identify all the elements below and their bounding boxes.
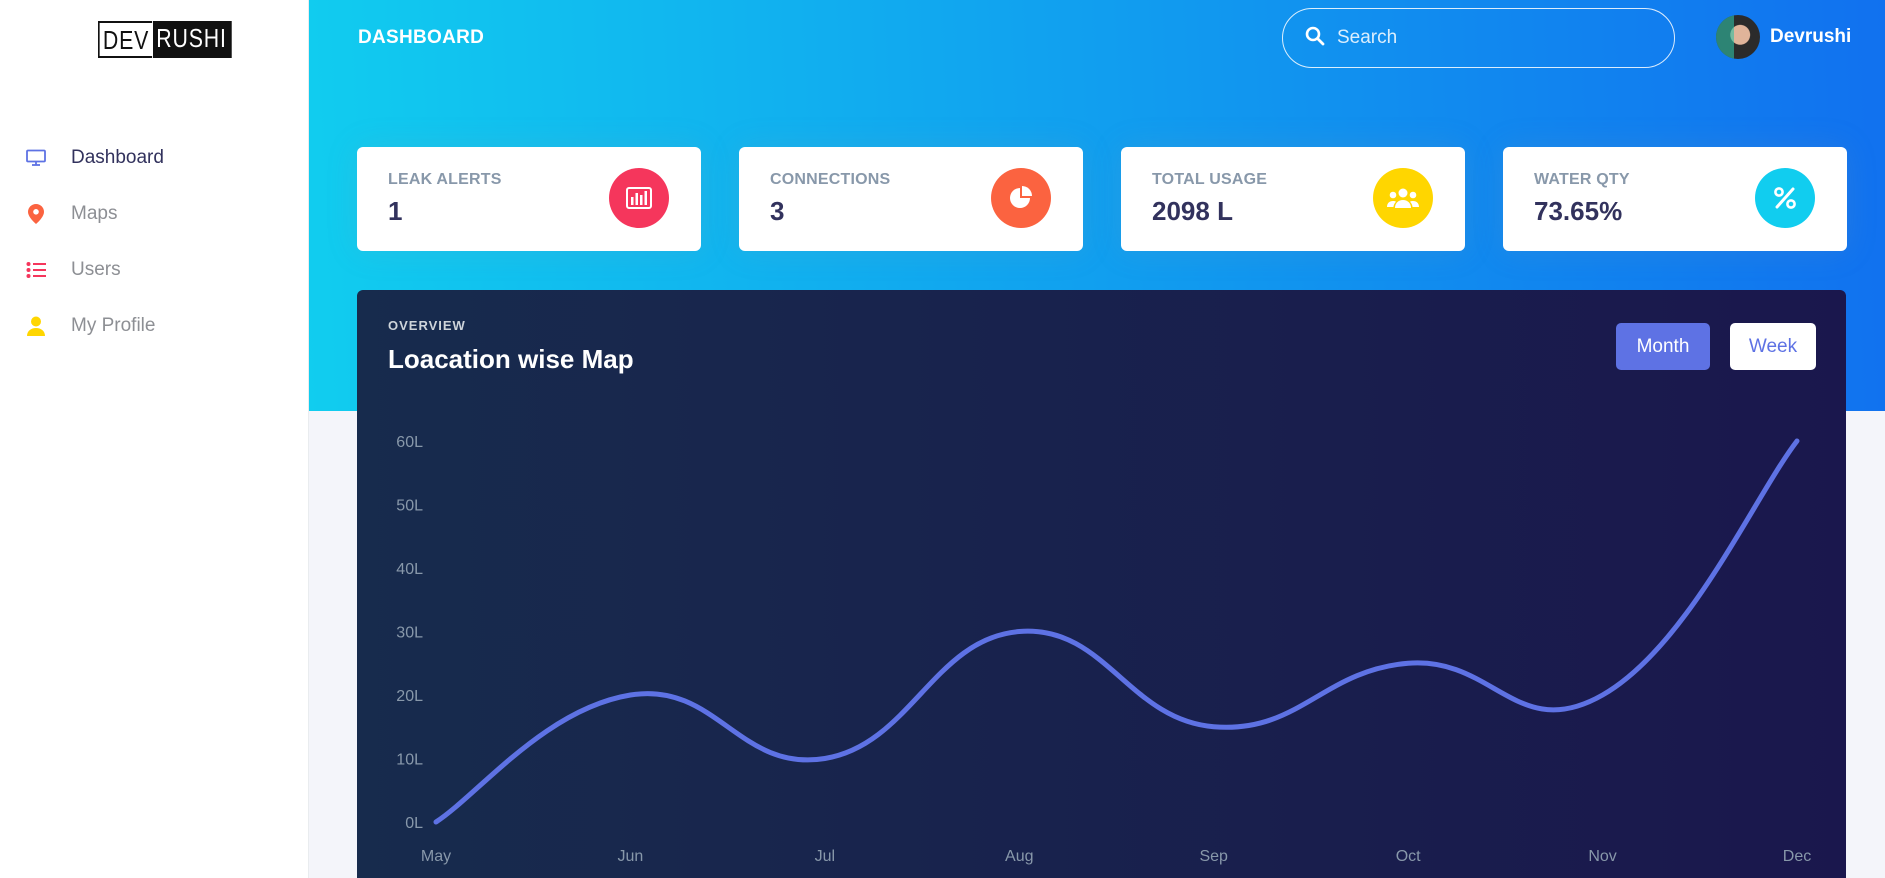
stat-title: CONNECTIONS bbox=[770, 171, 891, 188]
sidebar-item-dashboard[interactable]: Dashboard bbox=[0, 130, 309, 186]
sidebar-item-label: Users bbox=[71, 259, 121, 280]
y-tick-label: 10L bbox=[396, 752, 423, 769]
data-point[interactable] bbox=[1013, 626, 1025, 638]
data-point[interactable] bbox=[1597, 689, 1609, 701]
stat-card-connections: CONNECTIONS 3 bbox=[739, 147, 1083, 251]
data-point[interactable] bbox=[1791, 435, 1803, 447]
stat-value: 3 bbox=[770, 196, 785, 226]
sidebar-item-maps[interactable]: Maps bbox=[0, 186, 309, 242]
y-tick-label: 50L bbox=[396, 498, 423, 515]
page-title[interactable]: DASHBOARD bbox=[358, 27, 484, 49]
stat-card-water-qty: WATER QTY 73.65% bbox=[1503, 147, 1847, 251]
x-tick-label: May bbox=[421, 848, 451, 865]
data-point[interactable] bbox=[430, 816, 442, 828]
x-tick-label: Nov bbox=[1588, 848, 1616, 865]
y-tick-label: 30L bbox=[396, 625, 423, 642]
sidebar: DEV RUSHI Dashboard Maps Users My Profil… bbox=[0, 0, 309, 878]
data-point[interactable] bbox=[819, 753, 831, 765]
search-input[interactable] bbox=[1337, 27, 1637, 49]
x-tick-label: Oct bbox=[1396, 848, 1421, 865]
overview-chart-card: OVERVIEW Loacation wise Map Month Week 0… bbox=[357, 290, 1846, 878]
stat-value: 73.65% bbox=[1534, 196, 1623, 226]
user-icon bbox=[24, 314, 48, 338]
stat-value: 2098 L bbox=[1152, 196, 1233, 226]
y-tick-label: 40L bbox=[396, 561, 423, 578]
percent-icon bbox=[1755, 168, 1815, 228]
sidebar-item-my-profile[interactable]: My Profile bbox=[0, 298, 309, 354]
sidebar-item-label: My Profile bbox=[71, 315, 156, 336]
sidebar-item-label: Maps bbox=[71, 203, 118, 224]
search-box[interactable] bbox=[1282, 8, 1675, 68]
data-point[interactable] bbox=[1208, 721, 1220, 733]
logo-part-rushi: RUSHI bbox=[153, 21, 233, 58]
data-point[interactable] bbox=[624, 689, 636, 701]
stat-value: 1 bbox=[388, 196, 403, 226]
users-icon bbox=[1373, 168, 1433, 228]
series-line bbox=[433, 438, 1800, 825]
stat-card-leak-alerts: LEAK ALERTS 1 bbox=[357, 147, 701, 251]
y-tick-label: 60L bbox=[396, 434, 423, 451]
y-tick-label: 20L bbox=[396, 688, 423, 705]
pie-chart-icon bbox=[991, 168, 1051, 228]
map-pin-icon bbox=[24, 202, 48, 226]
search-icon bbox=[1305, 26, 1325, 51]
x-tick-label: Sep bbox=[1199, 848, 1228, 865]
list-icon bbox=[24, 258, 48, 282]
x-tick-label: Jun bbox=[618, 848, 644, 865]
x-tick-label: Aug bbox=[1005, 848, 1033, 865]
x-tick-label: Jul bbox=[815, 848, 835, 865]
monitor-icon bbox=[24, 146, 48, 170]
sidebar-item-users[interactable]: Users bbox=[0, 242, 309, 298]
sidebar-item-label: Dashboard bbox=[71, 147, 164, 168]
brand-logo[interactable]: DEV RUSHI bbox=[98, 21, 249, 58]
user-name: Devrushi bbox=[1770, 26, 1852, 47]
x-tick-label: Dec bbox=[1783, 848, 1811, 865]
stat-title: LEAK ALERTS bbox=[388, 171, 502, 188]
sidebar-nav: Dashboard Maps Users My Profile bbox=[0, 130, 309, 354]
avatar bbox=[1716, 15, 1760, 59]
logo-part-dev: DEV bbox=[98, 21, 153, 58]
y-tick-label: 0L bbox=[405, 815, 423, 832]
user-menu[interactable]: Devrushi bbox=[1716, 15, 1851, 59]
stat-title: TOTAL USAGE bbox=[1152, 171, 1268, 188]
bar-chart-icon bbox=[609, 168, 669, 228]
data-point[interactable] bbox=[1402, 657, 1414, 669]
stat-title: WATER QTY bbox=[1534, 171, 1630, 188]
line-chart: 0L 10L 20L 30L 40L 50L 60L May Jun Jul Aug Sep Oct No… bbox=[396, 434, 1811, 865]
stat-card-total-usage: TOTAL USAGE 2098 L bbox=[1121, 147, 1465, 251]
